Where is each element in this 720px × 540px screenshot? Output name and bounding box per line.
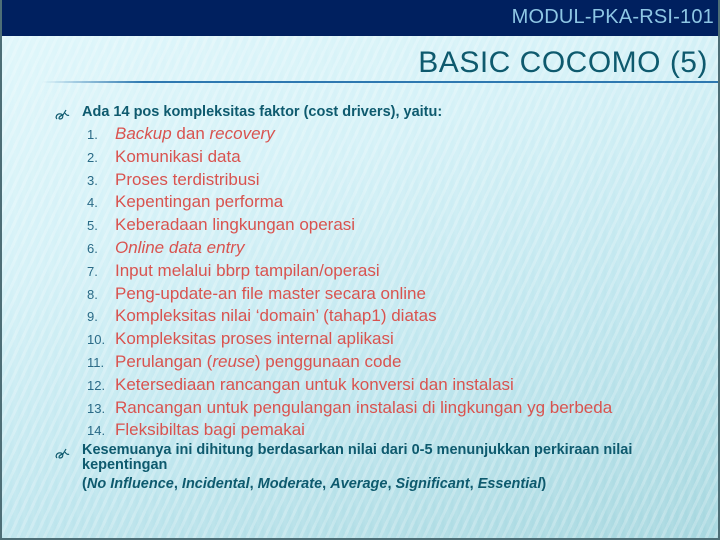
item-label-part: Rancangan untuk pengulangan instalasi di… bbox=[115, 397, 613, 417]
cost-driver-item: 4. Kepentingan performa bbox=[78, 191, 612, 214]
cost-driver-item: 6. Online data entry bbox=[78, 237, 612, 260]
slide-title: BASIC COCOMO (5) bbox=[418, 46, 708, 79]
item-label-part: ) penggunaan code bbox=[254, 351, 402, 371]
item-number-text: 5. bbox=[87, 218, 98, 234]
title-divider bbox=[42, 81, 718, 83]
rating-level: Average bbox=[330, 476, 388, 492]
item-number: 3. bbox=[78, 170, 115, 193]
item-number-text: 9. bbox=[87, 309, 98, 325]
item-label: Online data entry bbox=[115, 238, 244, 257]
item-label-italic: Online data entry bbox=[115, 237, 245, 257]
item-number-text: 2. bbox=[87, 149, 98, 165]
item-label: Peng-update-an file master secara online bbox=[115, 284, 426, 303]
item-number: 2. bbox=[78, 147, 115, 170]
rating-scale: (No Influence, Incidental, Moderate, Ave… bbox=[82, 476, 547, 492]
slide: MODUL-PKA-RSI-101 BASIC COCOMO (5) Ada 1… bbox=[0, 0, 720, 540]
rating-level: Essential bbox=[477, 476, 542, 492]
item-number: 13. bbox=[78, 398, 115, 421]
item-number: 7. bbox=[78, 261, 115, 284]
item-number: 1. bbox=[78, 124, 115, 147]
intro-text: Ada 14 pos kompleksitas faktor (cost dri… bbox=[82, 104, 443, 120]
item-number-text: 8. bbox=[87, 286, 98, 302]
item-label: Backup dan recovery bbox=[115, 124, 275, 143]
item-label: Kompleksitas nilai ‘domain’ (tahap1) dia… bbox=[115, 306, 437, 325]
item-label-part: Perulangan ( bbox=[115, 351, 213, 371]
item-label: Rancangan untuk pengulangan instalasi di… bbox=[115, 398, 612, 417]
item-label-italic: Backup bbox=[115, 124, 172, 143]
item-number-text: 13. bbox=[87, 400, 106, 416]
rating-level: No Influence bbox=[86, 476, 174, 492]
item-number-text: 10. bbox=[87, 332, 106, 348]
item-label-part: Komunikasi data bbox=[115, 146, 241, 166]
module-code: MODUL-PKA-RSI-101 bbox=[511, 6, 714, 28]
item-label: Fleksibiltas bagi pemakai bbox=[115, 420, 305, 439]
item-number: 12. bbox=[78, 375, 115, 398]
item-number-text: 12. bbox=[87, 377, 106, 393]
cost-driver-item: 7. Input melalui bbrp tampilan/operasi bbox=[78, 260, 612, 283]
cost-driver-item: 5. Keberadaan lingkungan operasi bbox=[78, 214, 612, 237]
item-label: Ketersediaan rancangan untuk konversi da… bbox=[115, 375, 514, 394]
item-label: Kepentingan performa bbox=[115, 192, 283, 211]
item-number-text: 14. bbox=[87, 423, 106, 439]
item-number: 4. bbox=[78, 192, 115, 215]
item-label-part: Kompleksitas proses internal aplikasi bbox=[115, 329, 394, 349]
item-label-part: dan bbox=[171, 124, 210, 143]
item-number: 6. bbox=[78, 238, 115, 261]
cost-driver-item: 13. Rancangan untuk pengulangan instalasi… bbox=[78, 397, 612, 420]
item-label-italic: recovery bbox=[209, 124, 275, 143]
item-number: 8. bbox=[78, 284, 115, 307]
item-number-text: 3. bbox=[87, 172, 98, 188]
item-number-text: 4. bbox=[87, 195, 98, 211]
item-label-part: Kompleksitas nilai ‘domain’ (tahap1) dia… bbox=[115, 306, 437, 326]
summary-text: Kesemuanya ini dihitung berdasarkan nila… bbox=[82, 443, 712, 492]
cost-driver-list: 1. Backup dan recovery 2. Komunikasi data 3.… bbox=[78, 123, 612, 442]
item-label-part: Fleksibiltas bagi pemakai bbox=[115, 420, 305, 440]
cost-driver-item: 12. Ketersediaan rancangan untuk konversi… bbox=[78, 374, 612, 397]
item-label: Input melalui bbrp tampilan/operasi bbox=[115, 261, 380, 280]
item-number: 5. bbox=[78, 215, 115, 238]
summary-sentence: Kesemuanya ini dihitung berdasarkan nila… bbox=[82, 442, 633, 473]
rating-level: Incidental bbox=[181, 476, 250, 492]
item-label: Komunikasi data bbox=[115, 147, 241, 166]
item-label-italic: reuse bbox=[212, 351, 255, 371]
cost-driver-item: 1. Backup dan recovery bbox=[78, 123, 612, 146]
item-label: Proses terdistribusi bbox=[115, 170, 260, 189]
item-label-part: Kepentingan performa bbox=[115, 192, 284, 212]
item-label-part: Peng-update-an file master secara online bbox=[115, 283, 426, 303]
cost-driver-item: 9. Kompleksitas nilai ‘domain’ (tahap1) d… bbox=[78, 305, 612, 328]
cost-driver-item: 3. Proses terdistribusi bbox=[78, 169, 612, 192]
item-number: 10. bbox=[78, 329, 115, 352]
item-number: 14. bbox=[78, 420, 115, 443]
item-number-text: 7. bbox=[87, 263, 98, 279]
cost-driver-item: 2. Komunikasi data bbox=[78, 146, 612, 169]
header-bar: MODUL-PKA-RSI-101 bbox=[2, 0, 718, 36]
cost-driver-item: 10. Kompleksitas proses internal aplikasi bbox=[78, 328, 612, 351]
item-label-part: Ketersediaan rancangan untuk konversi da… bbox=[115, 374, 514, 394]
item-label: Kompleksitas proses internal aplikasi bbox=[115, 329, 394, 348]
cost-driver-item: 14. Fleksibiltas bagi pemakai bbox=[78, 419, 612, 442]
item-number-text: 1. bbox=[87, 127, 98, 142]
rating-level: Significant bbox=[395, 476, 470, 492]
item-number: 9. bbox=[78, 306, 115, 329]
item-label-part: Keberadaan lingkungan operasi bbox=[115, 215, 356, 235]
item-label-part: Proses terdistribusi bbox=[115, 169, 260, 189]
cost-driver-item: 11. Perulangan (reuse) penggunaan code bbox=[78, 351, 612, 374]
item-label: Perulangan (reuse) penggunaan code bbox=[115, 352, 401, 371]
item-number-text: 11. bbox=[87, 354, 105, 370]
item-number: 11. bbox=[78, 352, 115, 375]
curl-bullet-icon bbox=[55, 448, 70, 459]
item-label: Keberadaan lingkungan operasi bbox=[115, 215, 355, 234]
curl-bullet-icon bbox=[55, 109, 70, 120]
item-label-part: Input melalui bbrp tampilan/operasi bbox=[115, 260, 380, 280]
item-number-text: 6. bbox=[87, 240, 98, 256]
rating-level: Moderate bbox=[257, 476, 323, 492]
cost-driver-item: 8. Peng-update-an file master secara onli… bbox=[78, 283, 612, 306]
